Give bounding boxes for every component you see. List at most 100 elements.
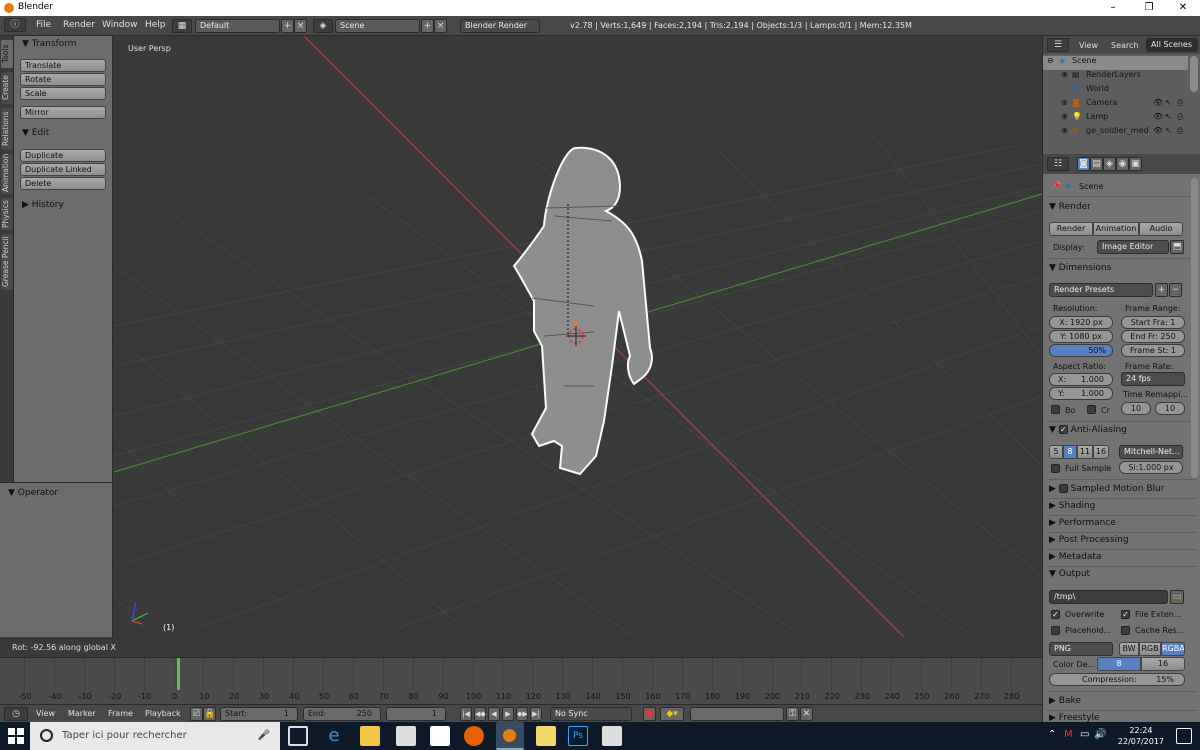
scene-field[interactable]: Scene <box>335 19 420 33</box>
file-extensions-checkbox[interactable]: ✓ <box>1121 610 1130 619</box>
shading-panel-header[interactable]: ▶ Shading <box>1049 501 1095 511</box>
compression-slider[interactable]: Compression: 15% <box>1049 673 1185 686</box>
render-audio-button[interactable]: Audio <box>1139 222 1183 236</box>
aa-samples-5[interactable]: 5 <box>1049 445 1063 459</box>
taskbar-search-box[interactable]: Taper ici pour rechercher 🎤 <box>30 722 280 750</box>
preview-range-icon[interactable]: ⎚ <box>190 707 203 721</box>
keying-set-field[interactable] <box>690 707 784 721</box>
outliner-item-soldier[interactable]: ⊕ ▽ ge_soldier_medic 👁↖ ⎙ <box>1043 126 1188 140</box>
anti-aliasing-panel-header[interactable]: ▼ ✓ Anti-Aliasing <box>1049 425 1127 435</box>
maximize-button[interactable]: ❐ <box>1132 0 1166 16</box>
color-mode-bw[interactable]: BW <box>1119 642 1139 656</box>
tray-app-icon[interactable]: M <box>1064 729 1073 740</box>
color-depth-16[interactable]: 16 <box>1141 657 1185 671</box>
outliner-menu-search[interactable]: Search <box>1111 41 1138 50</box>
expand-icon[interactable]: ⊕ <box>1061 70 1068 79</box>
remove-preset-button[interactable]: − <box>1169 283 1182 297</box>
scene-context-icon[interactable]: ◈ <box>1103 157 1116 171</box>
overwrite-checkbox[interactable]: ✓ <box>1051 610 1060 619</box>
tab-animation[interactable]: Animation <box>1 154 13 194</box>
render-image-button[interactable]: Render <box>1049 222 1093 236</box>
translate-button[interactable]: Translate <box>20 59 106 72</box>
outliner-item-camera[interactable]: ⊕ ◙ Camera 👁 ↖ ⎙ <box>1043 98 1188 112</box>
microphone-icon[interactable]: 🎤 <box>258 722 270 750</box>
start-frame-field[interactable]: Start: 1 <box>220 707 298 721</box>
color-depth-8[interactable]: 8 <box>1097 657 1141 671</box>
play-icon[interactable]: ▶ <box>502 707 514 721</box>
anti-aliasing-checkbox[interactable]: ✓ <box>1058 425 1068 434</box>
timeline-menu-playback[interactable]: Playback <box>145 709 181 718</box>
folder-icon[interactable]: ▭ <box>1170 590 1184 604</box>
motion-blur-panel-header[interactable]: ▶ Sampled Motion Blur <box>1049 484 1164 494</box>
outliner-menu-view[interactable]: View <box>1079 41 1098 50</box>
render-camera-icon[interactable]: ⎙ <box>1177 126 1183 136</box>
operator-panel-header[interactable]: ▼ Operator <box>8 488 58 498</box>
layout-grid-icon[interactable]: ▦ <box>172 19 192 33</box>
photoshop-icon[interactable]: Ps <box>568 726 588 746</box>
dimensions-panel-header[interactable]: ▼ Dimensions <box>1049 263 1111 273</box>
outliner-item-world[interactable]: ◉ World <box>1043 84 1188 98</box>
remove-scene-button[interactable]: × <box>434 19 447 33</box>
blender-taskbar-icon[interactable] <box>496 722 524 750</box>
post-processing-panel-header[interactable]: ▶ Post Processing <box>1049 535 1129 545</box>
notes-icon[interactable] <box>536 726 556 746</box>
jump-key-back-icon[interactable]: ◀◆ <box>474 707 486 721</box>
expand-icon[interactable]: ⊕ <box>1061 126 1068 135</box>
render-presets-dropdown[interactable]: Render Presets <box>1049 283 1153 297</box>
properties-editor-icon[interactable]: ☷ <box>1047 157 1069 171</box>
outliner-item-scene[interactable]: ⊖ ◈ Scene <box>1043 56 1188 70</box>
aa-samples-8[interactable]: 8 <box>1063 445 1077 459</box>
current-frame-marker[interactable] <box>177 658 180 690</box>
filter-size-field[interactable]: Si:1.000 px <box>1119 461 1183 474</box>
resolution-y-field[interactable]: Y: 1080 px <box>1049 330 1113 343</box>
render-panel-header[interactable]: ▼ Render <box>1049 202 1091 212</box>
render-context-icon[interactable]: ◙ <box>1077 157 1090 171</box>
aa-samples-16[interactable]: 16 <box>1093 445 1109 459</box>
timeline-editor-icon[interactable]: ◷ <box>4 707 28 721</box>
insert-keyframe-icon[interactable]: ⚿ <box>786 707 799 721</box>
tray-up-icon[interactable]: ⌃ <box>1048 729 1056 740</box>
expand-icon[interactable]: ⊕ <box>1061 112 1068 121</box>
metadata-panel-header[interactable]: ▶ Metadata <box>1049 552 1101 562</box>
output-path-field[interactable]: /tmp\ <box>1049 590 1168 604</box>
object-context-icon[interactable]: ▣ <box>1129 157 1142 171</box>
tab-relations[interactable]: Relations <box>1 108 13 150</box>
outliner-filter-dropdown[interactable]: All Scenes <box>1146 38 1198 52</box>
jump-start-icon[interactable]: |◀ <box>460 707 472 721</box>
edit-panel-header[interactable]: ▼ Edit <box>22 128 49 138</box>
edge-browser-icon[interactable]: e <box>324 726 344 746</box>
render-camera-icon[interactable]: ⎙ <box>1177 98 1183 108</box>
visibility-eye-icon[interactable]: 👁 <box>1153 98 1163 107</box>
sync-dropdown[interactable]: No Sync <box>550 707 632 721</box>
color-mode-rgb[interactable]: RGB <box>1139 642 1161 656</box>
3d-viewport[interactable]: User Persp (1) <box>114 36 1042 637</box>
crop-checkbox[interactable] <box>1087 405 1096 414</box>
cache-result-checkbox[interactable] <box>1121 626 1130 635</box>
delete-keyframe-icon[interactable]: ✕ <box>800 707 813 721</box>
select-cursor-icon[interactable]: ↖ <box>1165 126 1172 135</box>
history-panel-header[interactable]: ▶ History <box>22 200 64 210</box>
task-view-icon[interactable] <box>288 726 308 746</box>
current-frame-field[interactable]: 1 <box>386 707 446 721</box>
layout-field[interactable]: Default <box>195 19 280 33</box>
add-scene-button[interactable]: + <box>421 19 434 33</box>
editor-type-icon[interactable]: ⓘ <box>4 18 26 32</box>
window-app-icon[interactable] <box>602 726 622 746</box>
aa-samples-11[interactable]: 11 <box>1077 445 1093 459</box>
store-icon[interactable] <box>396 726 416 746</box>
end-frame-field[interactable]: End: 250 <box>303 707 381 721</box>
tab-grease-pencil[interactable]: Grease Pencil <box>1 234 13 290</box>
rotate-button[interactable]: Rotate <box>20 73 106 86</box>
aspect-x-field[interactable]: X: 1.000 <box>1049 373 1113 386</box>
display-dropdown[interactable]: Image Editor <box>1097 240 1169 254</box>
layers-context-icon[interactable]: ▤ <box>1090 157 1103 171</box>
duplicate-linked-button[interactable]: Duplicate Linked <box>20 163 106 176</box>
play-reverse-icon[interactable]: ◀ <box>488 707 500 721</box>
duplicate-button[interactable]: Duplicate <box>20 149 106 162</box>
outliner-scrollbar[interactable] <box>1190 56 1198 92</box>
frame-rate-dropdown[interactable]: 24 fps <box>1121 372 1185 386</box>
close-button[interactable]: ✕ <box>1166 0 1200 16</box>
aa-filter-dropdown[interactable]: Mitchell-Net... <box>1119 445 1183 459</box>
outliner-item-lamp[interactable]: ⊕ 💡 Lamp 👁 ↖ ⎙ <box>1043 112 1188 126</box>
file-explorer-icon[interactable] <box>360 726 380 746</box>
